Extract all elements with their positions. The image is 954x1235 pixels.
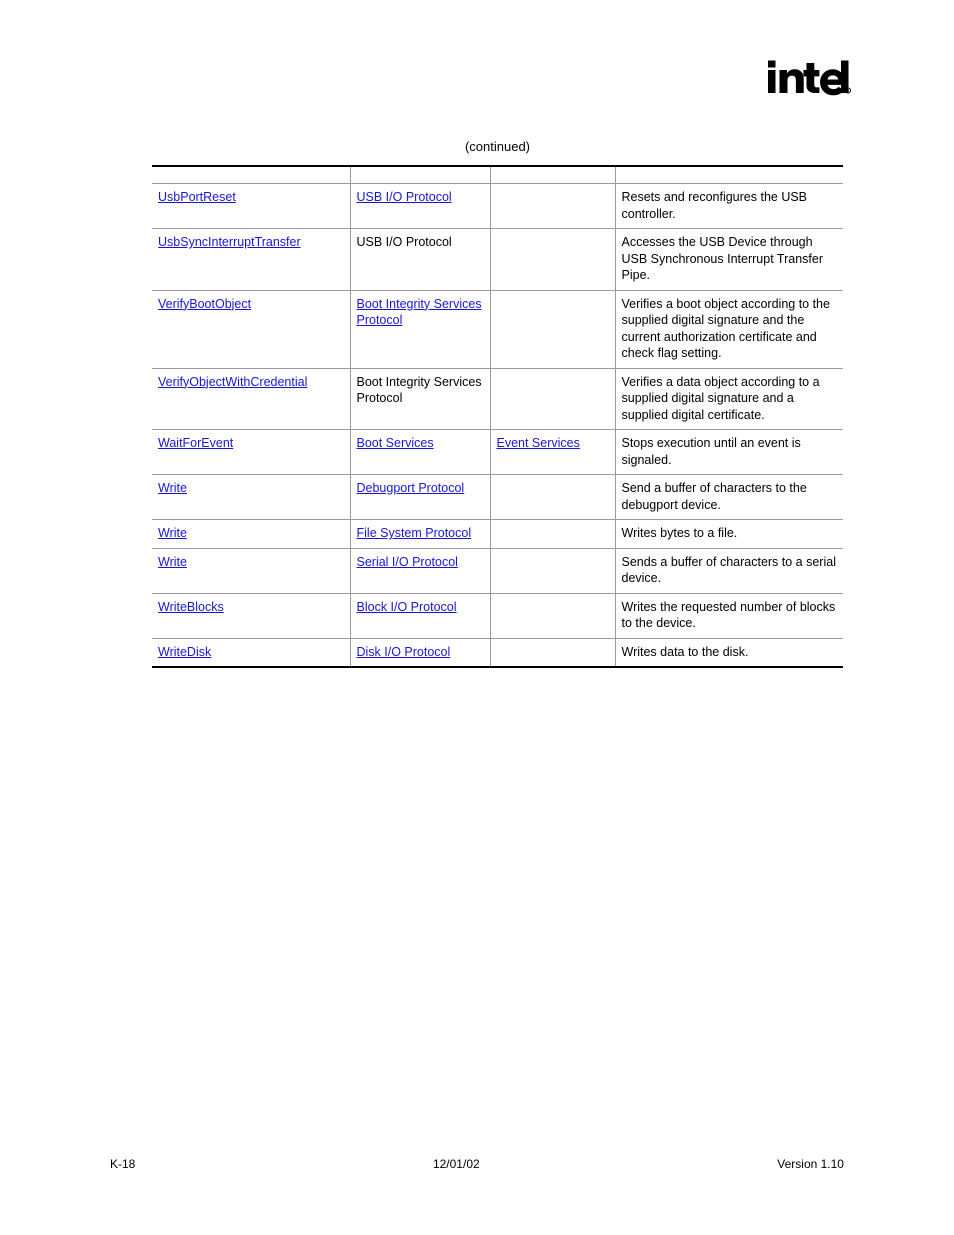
protocol-link[interactable]: Serial I/O Protocol xyxy=(357,555,458,569)
api-name-link[interactable]: VerifyBootObject xyxy=(158,297,251,311)
table-row: WaitForEvent Boot Services Event Service… xyxy=(152,429,843,475)
table-row: Write Serial I/O Protocol Sends a buffer… xyxy=(152,548,843,594)
cell-description: Stops execution until an event is signal… xyxy=(615,429,843,475)
table-row: VerifyObjectWithCredential Boot Integrit… xyxy=(152,368,843,430)
api-name-link[interactable]: VerifyObjectWithCredential xyxy=(158,375,307,389)
api-table-container: UsbPortReset USB I/O Protocol Resets and… xyxy=(152,165,843,668)
page-footer: K-18 12/01/02 Version 1.10 xyxy=(110,1157,844,1172)
protocol-link[interactable]: USB I/O Protocol xyxy=(357,190,452,204)
header-cell-service xyxy=(490,165,616,184)
table-body: UsbPortReset USB I/O Protocol Resets and… xyxy=(152,165,843,668)
footer-page-number: K-18 xyxy=(110,1157,136,1171)
cell-service xyxy=(490,474,616,520)
document-page: R (continued) UsbPortReset USB I/O Proto… xyxy=(0,0,954,1235)
cell-description: Accesses the USB Device through USB Sync… xyxy=(615,228,843,291)
table-header-row xyxy=(152,165,843,184)
cell-api-name: UsbPortReset xyxy=(152,183,351,229)
api-name-link[interactable]: WriteDisk xyxy=(158,645,211,659)
cell-description: Send a buffer of characters to the debug… xyxy=(615,474,843,520)
protocol-link[interactable]: Disk I/O Protocol xyxy=(357,645,451,659)
cell-service xyxy=(490,593,616,639)
api-name-link[interactable]: WaitForEvent xyxy=(158,436,233,450)
cell-service: Event Services xyxy=(490,429,616,475)
cell-description: Sends a buffer of characters to a serial… xyxy=(615,548,843,594)
table-continued-caption: (continued) xyxy=(464,139,531,154)
protocol-link[interactable]: File System Protocol xyxy=(357,526,472,540)
cell-api-name: Write xyxy=(152,474,351,520)
protocol-link[interactable]: Boot Integrity Services Protocol xyxy=(357,297,482,328)
cell-protocol: Serial I/O Protocol xyxy=(350,548,491,594)
cell-api-name: WaitForEvent xyxy=(152,429,351,475)
table-row: WriteDisk Disk I/O Protocol Writes data … xyxy=(152,638,843,668)
cell-protocol: Disk I/O Protocol xyxy=(350,638,491,668)
cell-description: Writes data to the disk. xyxy=(615,638,843,668)
table-row: VerifyBootObject Boot Integrity Services… xyxy=(152,290,843,369)
cell-protocol: Boot Services xyxy=(350,429,491,475)
api-name-link[interactable]: UsbPortReset xyxy=(158,190,236,204)
cell-api-name: Write xyxy=(152,548,351,594)
cell-protocol: Boot Integrity Services Protocol xyxy=(350,290,491,369)
cell-service xyxy=(490,638,616,668)
intel-logo: R xyxy=(766,57,852,103)
protocol-link[interactable]: Boot Services xyxy=(357,436,434,450)
protocol-link[interactable]: Block I/O Protocol xyxy=(357,600,457,614)
protocol-text: USB I/O Protocol xyxy=(356,235,452,249)
cell-service xyxy=(490,368,616,430)
api-name-link[interactable]: UsbSyncInterruptTransfer xyxy=(158,235,301,249)
protocol-text: Boot Integrity Services Protocol xyxy=(356,374,482,406)
table-row: UsbPortReset USB I/O Protocol Resets and… xyxy=(152,183,843,229)
header-cell-name xyxy=(152,165,351,184)
api-name-link[interactable]: WriteBlocks xyxy=(158,600,224,614)
cell-description: Resets and reconfigures the USB controll… xyxy=(615,183,843,229)
cell-api-name: VerifyObjectWithCredential xyxy=(152,368,351,430)
api-reference-table: UsbPortReset USB I/O Protocol Resets and… xyxy=(152,165,843,668)
protocol-link[interactable]: Debugport Protocol xyxy=(357,481,465,495)
api-name-link[interactable]: Write xyxy=(158,526,187,540)
footer-date: 12/01/02 xyxy=(432,1157,480,1171)
service-link[interactable]: Event Services xyxy=(497,436,580,450)
cell-protocol: File System Protocol xyxy=(350,519,491,549)
header-cell-description xyxy=(615,165,843,184)
cell-api-name: Write xyxy=(152,519,351,549)
api-name-link[interactable]: Write xyxy=(158,481,187,495)
cell-protocol: Block I/O Protocol xyxy=(350,593,491,639)
table-row: Write File System Protocol Writes bytes … xyxy=(152,519,843,549)
table-row: Write Debugport Protocol Send a buffer o… xyxy=(152,474,843,520)
cell-service xyxy=(490,519,616,549)
cell-protocol: USB I/O Protocol xyxy=(350,228,491,291)
table-row: WriteBlocks Block I/O Protocol Writes th… xyxy=(152,593,843,639)
footer-version: Version 1.10 xyxy=(777,1157,844,1171)
cell-description: Verifies a boot object according to the … xyxy=(615,290,843,369)
api-name-link[interactable]: Write xyxy=(158,555,187,569)
cell-api-name: UsbSyncInterruptTransfer xyxy=(152,228,351,291)
cell-protocol: Debugport Protocol xyxy=(350,474,491,520)
cell-api-name: WriteBlocks xyxy=(152,593,351,639)
cell-service xyxy=(490,548,616,594)
cell-service xyxy=(490,290,616,369)
cell-protocol: Boot Integrity Services Protocol xyxy=(350,368,491,430)
cell-service xyxy=(490,183,616,229)
cell-api-name: WriteDisk xyxy=(152,638,351,668)
cell-description: Writes bytes to a file. xyxy=(615,519,843,549)
cell-api-name: VerifyBootObject xyxy=(152,290,351,369)
header-cell-protocol xyxy=(350,165,491,184)
cell-description: Verifies a data object according to a su… xyxy=(615,368,843,430)
cell-description: Writes the requested number of blocks to… xyxy=(615,593,843,639)
cell-service xyxy=(490,228,616,291)
table-row: UsbSyncInterruptTransfer USB I/O Protoco… xyxy=(152,228,843,291)
cell-protocol: USB I/O Protocol xyxy=(350,183,491,229)
